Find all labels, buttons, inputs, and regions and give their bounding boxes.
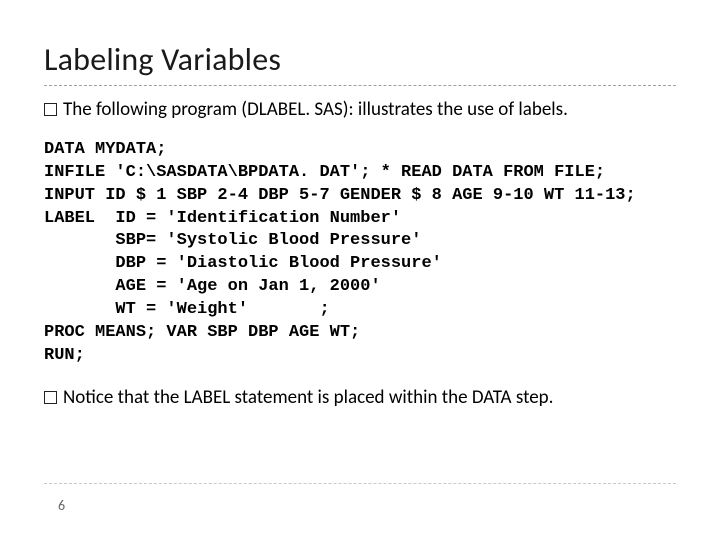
slide: Labeling Variables The following program…: [0, 0, 720, 540]
bullet-item-1: The following program (DLABEL. SAS): ill…: [44, 98, 676, 123]
slide-title: Labeling Variables: [44, 40, 676, 79]
bullet-text-1: The following program (DLABEL. SAS): ill…: [63, 98, 676, 123]
square-bullet-icon: [44, 391, 57, 404]
code-block: DATA MYDATA; INFILE 'C:\SASDATA\BPDATA. …: [44, 139, 676, 368]
bullet-item-2: Notice that the LABEL statement is place…: [44, 386, 676, 411]
title-divider: [44, 85, 676, 86]
bullet-text-2: Notice that the LABEL statement is place…: [63, 386, 676, 411]
page-number: 6: [58, 497, 65, 514]
square-bullet-icon: [44, 103, 57, 116]
footer-divider: [44, 483, 676, 484]
